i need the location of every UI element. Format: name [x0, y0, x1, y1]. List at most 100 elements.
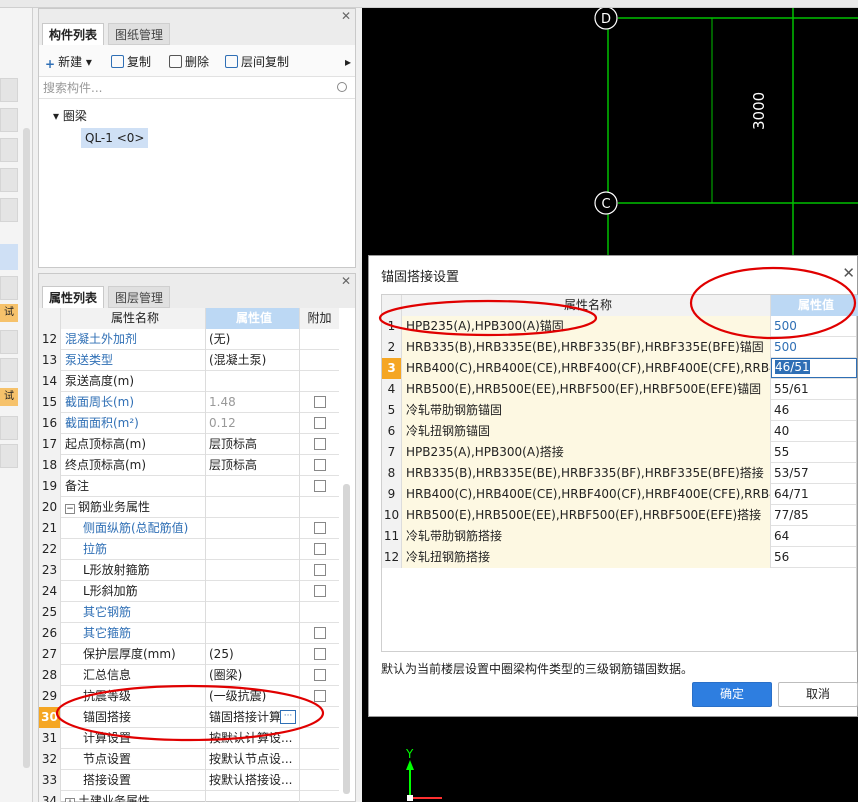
- anchor-lap-row[interactable]: 2 HRB335(B),HRB335E(BE),HRBF335(BF),HRBF3…: [382, 337, 856, 358]
- left-pane-item[interactable]: [0, 358, 18, 382]
- property-scrollbar[interactable]: [343, 484, 350, 794]
- anchor-lap-value[interactable]: 40: [771, 421, 858, 442]
- new-button[interactable]: + 新建 ▾: [45, 53, 92, 71]
- property-value[interactable]: 按默认搭接设...: [206, 770, 300, 791]
- left-pane-item[interactable]: [0, 108, 18, 132]
- anchor-lap-value[interactable]: 500: [771, 316, 858, 337]
- anchor-lap-value[interactable]: 64: [771, 526, 858, 547]
- property-value[interactable]: (25): [206, 644, 300, 665]
- anchor-lap-value[interactable]: 56: [771, 547, 858, 568]
- left-pane-scrollbar[interactable]: [23, 128, 30, 768]
- property-value[interactable]: (一级抗震): [206, 686, 300, 707]
- close-icon[interactable]: ✕: [341, 9, 351, 23]
- more-options-icon[interactable]: ···: [280, 710, 296, 724]
- property-row[interactable]: 17 起点顶标高(m) 层顶标高: [39, 434, 339, 455]
- property-value[interactable]: 层顶标高: [206, 434, 300, 455]
- property-row[interactable]: 33 搭接设置 按默认搭接设...: [39, 770, 339, 791]
- additional-checkbox[interactable]: [313, 648, 326, 660]
- property-value[interactable]: [206, 602, 300, 623]
- delete-button[interactable]: 删除: [169, 53, 209, 71]
- property-value[interactable]: [206, 497, 300, 518]
- additional-checkbox[interactable]: [313, 417, 326, 429]
- property-row[interactable]: 14 泵送高度(m): [39, 371, 339, 392]
- anchor-lap-value[interactable]: 500: [771, 337, 858, 358]
- property-value[interactable]: 按默认节点设...: [206, 749, 300, 770]
- property-value[interactable]: [206, 791, 300, 802]
- property-row[interactable]: 15 截面周长(m) 1.48: [39, 392, 339, 413]
- property-row[interactable]: 23 L形放射箍筋: [39, 560, 339, 581]
- property-value[interactable]: 1.48: [206, 392, 300, 413]
- tree-leaf-ql1[interactable]: QL-1 <0>: [81, 128, 149, 148]
- anchor-lap-row[interactable]: 4 HRB500(E),HRB500E(EE),HRBF500(EF),HRBF5…: [382, 379, 856, 400]
- property-value[interactable]: 按默认计算设...: [206, 728, 300, 749]
- anchor-lap-row[interactable]: 6 冷轧扭钢筋锚固 40: [382, 421, 856, 442]
- anchor-lap-row[interactable]: 7 HPB235(A),HPB300(A)搭接 55: [382, 442, 856, 463]
- property-row[interactable]: 20− 钢筋业务属性: [39, 497, 339, 518]
- anchor-lap-value[interactable]: 77/85: [771, 505, 858, 526]
- more-icon[interactable]: ▸: [345, 53, 351, 71]
- property-row[interactable]: 30 锚固搭接 锚固搭接计算 ···: [39, 707, 339, 728]
- property-row[interactable]: 31 计算设置 按默认计算设...: [39, 728, 339, 749]
- left-pane-item[interactable]: [0, 78, 18, 102]
- property-value[interactable]: [206, 581, 300, 602]
- ok-button[interactable]: 确定: [692, 682, 772, 707]
- left-pane-item[interactable]: [0, 198, 18, 222]
- property-value[interactable]: [206, 371, 300, 392]
- anchor-lap-row[interactable]: 1 HPB235(A),HPB300(A)锚固 500: [382, 316, 856, 337]
- anchor-lap-value[interactable]: 53/57: [771, 463, 858, 484]
- property-row[interactable]: 32 节点设置 按默认节点设...: [39, 749, 339, 770]
- left-pane-item[interactable]: [0, 138, 18, 162]
- property-value[interactable]: (圈梁): [206, 665, 300, 686]
- additional-checkbox[interactable]: [313, 669, 326, 681]
- anchor-lap-row[interactable]: 5 冷轧带肋钢筋锚固 46: [382, 400, 856, 421]
- anchor-lap-value[interactable]: 55/61: [771, 379, 858, 400]
- property-row[interactable]: 27 保护层厚度(mm) (25): [39, 644, 339, 665]
- left-pane-item[interactable]: [0, 444, 18, 468]
- left-pane-item[interactable]: [0, 416, 18, 440]
- tree-node-ring-beam[interactable]: ▾ 圈梁: [53, 107, 87, 124]
- copy-button[interactable]: 复制: [111, 53, 151, 71]
- additional-checkbox[interactable]: [313, 585, 326, 597]
- additional-checkbox[interactable]: [313, 543, 326, 555]
- property-row[interactable]: 26 其它箍筋: [39, 623, 339, 644]
- value-editor-input[interactable]: 46/51: [771, 358, 857, 378]
- anchor-lap-row[interactable]: 12 冷轧扭钢筋搭接 56: [382, 547, 856, 568]
- property-value[interactable]: [206, 476, 300, 497]
- floor-copy-button[interactable]: 层间复制: [225, 53, 289, 71]
- anchor-lap-value[interactable]: 46/51: [771, 358, 858, 379]
- additional-checkbox[interactable]: [313, 627, 326, 639]
- anchor-lap-row[interactable]: 10 HRB500(E),HRB500E(EE),HRBF500(EF),HRBF…: [382, 505, 856, 526]
- additional-checkbox[interactable]: [313, 690, 326, 702]
- property-row[interactable]: 19 备注: [39, 476, 339, 497]
- anchor-lap-row[interactable]: 11 冷轧带肋钢筋搭接 64: [382, 526, 856, 547]
- property-row[interactable]: 21 侧面纵筋(总配筋值): [39, 518, 339, 539]
- anchor-lap-row[interactable]: 3 HRB400(C),HRB400E(CE),HRBF400(CF),HRBF4…: [382, 358, 858, 379]
- anchor-lap-value[interactable]: 46: [771, 400, 858, 421]
- expand-icon[interactable]: +: [65, 798, 75, 802]
- additional-checkbox[interactable]: [313, 396, 326, 408]
- property-row[interactable]: 24 L形斜加筋: [39, 581, 339, 602]
- property-value[interactable]: 0.12: [206, 413, 300, 434]
- left-pane-item[interactable]: [0, 330, 18, 354]
- left-pane-item[interactable]: [0, 168, 18, 192]
- property-row[interactable]: 12 混凝土外加剂 (无): [39, 329, 339, 350]
- property-value[interactable]: (混凝土泵): [206, 350, 300, 371]
- property-row[interactable]: 22 拉筋: [39, 539, 339, 560]
- search-icon[interactable]: [337, 82, 347, 92]
- property-row[interactable]: 13 泵送类型 (混凝土泵): [39, 350, 339, 371]
- close-icon[interactable]: ✕: [341, 274, 351, 288]
- tab-layer-management[interactable]: 图层管理: [108, 286, 171, 308]
- tab-drawing-management[interactable]: 图纸管理: [108, 23, 171, 45]
- additional-checkbox[interactable]: [313, 480, 326, 492]
- additional-checkbox[interactable]: [313, 459, 326, 471]
- anchor-lap-row[interactable]: 8 HRB335(B),HRB335E(BE),HRBF335(BF),HRBF3…: [382, 463, 856, 484]
- additional-checkbox[interactable]: [313, 522, 326, 534]
- property-value[interactable]: [206, 518, 300, 539]
- left-pane-item[interactable]: [0, 276, 18, 300]
- anchor-lap-row[interactable]: 9 HRB400(C),HRB400E(CE),HRBF400(CF),HRBF4…: [382, 484, 856, 505]
- cancel-button[interactable]: 取消: [778, 682, 858, 707]
- property-row[interactable]: 16 截面面积(m²) 0.12: [39, 413, 339, 434]
- property-row[interactable]: 18 终点顶标高(m) 层顶标高: [39, 455, 339, 476]
- property-row[interactable]: 28 汇总信息 (圈梁): [39, 665, 339, 686]
- property-value[interactable]: 锚固搭接计算 ···: [206, 707, 300, 728]
